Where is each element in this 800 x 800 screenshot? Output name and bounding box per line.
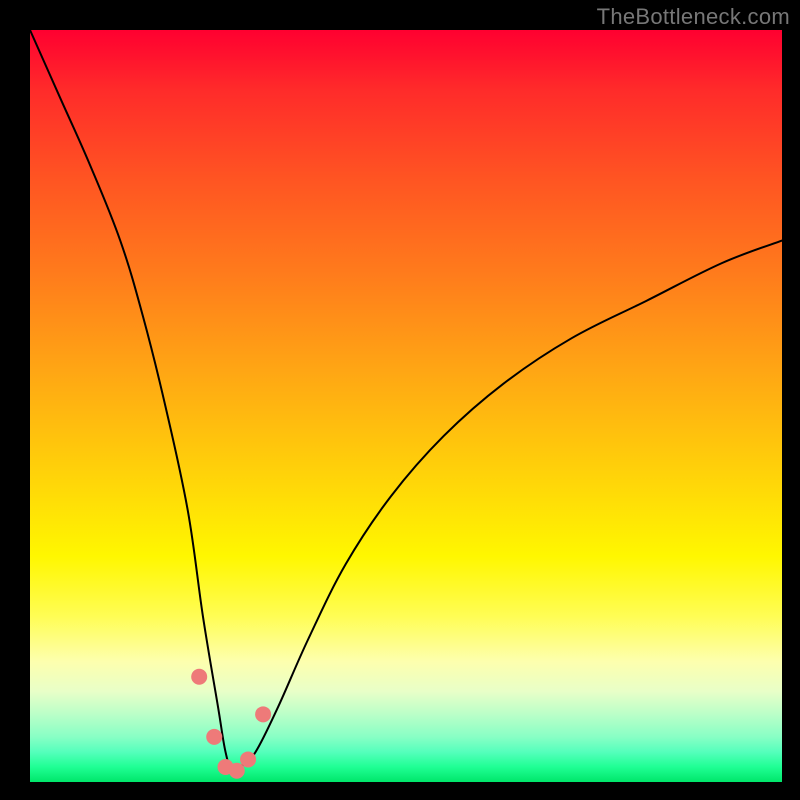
curve-marker [191,669,207,685]
bottleneck-curve [30,30,782,775]
curve-marker [229,763,245,779]
curve-marker [206,729,222,745]
watermark-text: TheBottleneck.com [597,4,790,30]
marker-group [191,669,271,779]
curve-marker [255,706,271,722]
curve-marker [240,751,256,767]
plot-area [30,30,782,782]
curve-svg [30,30,782,782]
chart-root: TheBottleneck.com [0,0,800,800]
